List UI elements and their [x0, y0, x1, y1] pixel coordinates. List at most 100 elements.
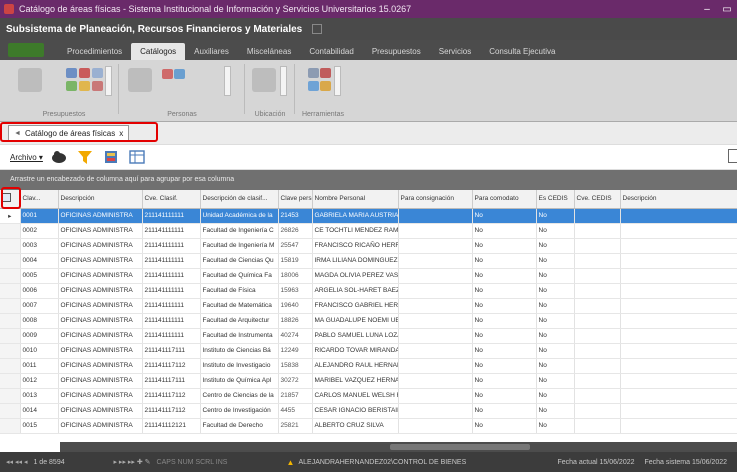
table-row[interactable]: 0003 OFICINAS ADMINISTRA 211141111111 Facul…: [0, 238, 737, 254]
cell-cve-clasif[interactable]: 211141111111: [142, 208, 201, 224]
gallery-scroll[interactable]: [334, 66, 341, 96]
cell-cve-clasif[interactable]: 211141117112: [142, 403, 201, 419]
cell-para-comodato[interactable]: No: [472, 253, 537, 269]
chart-icon[interactable]: [320, 68, 331, 78]
cell-es-cedis[interactable]: No: [536, 328, 575, 344]
cell-clave[interactable]: 0005: [20, 268, 59, 284]
table-row[interactable]: 0004 OFICINAS ADMINISTRA 211141111111 Facul…: [0, 253, 737, 269]
cell-cve-clasif[interactable]: 211141111111: [142, 268, 201, 284]
cell-nombre-personal[interactable]: IRMA LILIANA DOMINGUEZ C/: [312, 253, 399, 269]
cell-cve-clasif[interactable]: 211141111111: [142, 313, 201, 329]
cell-desc-clasif[interactable]: Centro de Ciencias de la: [200, 388, 279, 404]
cell-descripcion-cedis[interactable]: [620, 253, 737, 269]
cell-clave-pers[interactable]: 15819: [278, 253, 313, 269]
cell-para-comodato[interactable]: No: [472, 283, 537, 299]
cell-clave[interactable]: 0002: [20, 223, 59, 239]
cell-clave-pers[interactable]: 25547: [278, 238, 313, 254]
cell-para-consignacion[interactable]: [398, 208, 473, 224]
cell-clave[interactable]: 0011: [20, 358, 59, 374]
row-indicator[interactable]: [0, 328, 21, 344]
search-people-icon[interactable]: [51, 149, 67, 165]
cell-para-consignacion[interactable]: [398, 238, 473, 254]
cell-clave[interactable]: 0004: [20, 253, 59, 269]
account-icon[interactable]: [92, 81, 103, 91]
cell-clave[interactable]: 0014: [20, 403, 59, 419]
record-nav-prev[interactable]: ◂◂ ◂◂ ◂: [6, 458, 27, 466]
cell-cve-cedis[interactable]: [574, 253, 621, 269]
horizontal-scrollbar[interactable]: [60, 442, 737, 452]
cell-para-comodato[interactable]: No: [472, 343, 537, 359]
gallery-scroll[interactable]: [280, 66, 287, 96]
cell-clave-pers[interactable]: 40274: [278, 328, 313, 344]
column-header[interactable]: Clave pers.: [278, 190, 313, 209]
cell-cve-cedis[interactable]: [574, 268, 621, 284]
table-view-icon[interactable]: [129, 149, 145, 165]
table-row[interactable]: 0010 OFICINAS ADMINISTRA 211141117111 Insti…: [0, 343, 737, 359]
column-header[interactable]: Es CEDIS: [536, 190, 575, 209]
cell-clave[interactable]: 0008: [20, 313, 59, 329]
cell-nombre-personal[interactable]: PABLO SAMUEL LUNA LOZA: [312, 328, 399, 344]
cell-desc-clasif[interactable]: Facultad de Instrumenta: [200, 328, 279, 344]
cell-cve-cedis[interactable]: [574, 223, 621, 239]
cell-descripcion-cedis[interactable]: [620, 238, 737, 254]
cell-clave-pers[interactable]: 15963: [278, 283, 313, 299]
table-row[interactable]: 0015 OFICINAS ADMINISTRA 211141112121 Facul…: [0, 418, 737, 434]
row-indicator[interactable]: [0, 313, 21, 329]
row-indicator[interactable]: [0, 268, 21, 284]
cell-para-consignacion[interactable]: [398, 298, 473, 314]
cell-para-comodato[interactable]: No: [472, 373, 537, 389]
cell-para-consignacion[interactable]: [398, 268, 473, 284]
cell-descripcion[interactable]: OFICINAS ADMINISTRA: [58, 358, 143, 374]
column-header[interactable]: Nombre Personal: [312, 190, 399, 209]
cell-clave-pers[interactable]: 18006: [278, 268, 313, 284]
cell-clave-pers[interactable]: 19640: [278, 298, 313, 314]
cell-descripcion[interactable]: OFICINAS ADMINISTRA: [58, 313, 143, 329]
settings-icon[interactable]: [320, 81, 331, 91]
cell-clave-pers[interactable]: 4455: [278, 403, 313, 419]
cell-clave-pers[interactable]: 21857: [278, 388, 313, 404]
cell-es-cedis[interactable]: No: [536, 358, 575, 374]
cell-descripcion-cedis[interactable]: [620, 313, 737, 329]
cell-para-consignacion[interactable]: [398, 403, 473, 419]
row-indicator[interactable]: [0, 418, 21, 434]
cell-nombre-personal[interactable]: GABRIELA MARIA AUSTRIA P: [312, 208, 399, 224]
column-header[interactable]: Descripción: [58, 190, 143, 209]
cell-nombre-personal[interactable]: MARIBEL VAZQUEZ HERNAN: [312, 373, 399, 389]
cell-es-cedis[interactable]: No: [536, 343, 575, 359]
cell-desc-clasif[interactable]: Facultad de Ingeniería M: [200, 238, 279, 254]
tab-presupuestos[interactable]: Presupuestos: [363, 43, 430, 60]
cell-clave[interactable]: 0013: [20, 388, 59, 404]
cell-para-consignacion[interactable]: [398, 418, 473, 434]
row-indicator[interactable]: [0, 373, 21, 389]
cell-cve-clasif[interactable]: 211141117112: [142, 388, 201, 404]
row-indicator[interactable]: [0, 253, 21, 269]
cell-clave-pers[interactable]: 26826: [278, 223, 313, 239]
cell-es-cedis[interactable]: No: [536, 388, 575, 404]
table-row[interactable]: 0008 OFICINAS ADMINISTRA 211141111111 Facul…: [0, 313, 737, 329]
grid-icon[interactable]: [92, 68, 103, 78]
cell-descripcion[interactable]: OFICINAS ADMINISTRA: [58, 298, 143, 314]
cell-cve-cedis[interactable]: [574, 373, 621, 389]
cell-para-comodato[interactable]: No: [472, 208, 537, 224]
cell-cve-clasif[interactable]: 211141112121: [142, 418, 201, 434]
cell-cve-cedis[interactable]: [574, 298, 621, 314]
cell-para-comodato[interactable]: No: [472, 418, 537, 434]
cell-nombre-personal[interactable]: FRANCISCO GABRIEL HERNA: [312, 298, 399, 314]
cell-descripcion[interactable]: OFICINAS ADMINISTRA: [58, 373, 143, 389]
column-header[interactable]: Para comodato: [472, 190, 537, 209]
cell-nombre-personal[interactable]: CARLOS MANUEL WELSH RO: [312, 388, 399, 404]
tab-catalogos[interactable]: Catálogos: [131, 43, 186, 60]
cell-descripcion[interactable]: OFICINAS ADMINISTRA: [58, 223, 143, 239]
cell-descripcion[interactable]: OFICINAS ADMINISTRA: [58, 328, 143, 344]
cell-clave[interactable]: 0007: [20, 298, 59, 314]
table-row[interactable]: ▸ 0001 OFICINAS ADMINISTRA 211141111111 Unid…: [0, 208, 737, 224]
cell-descripcion[interactable]: OFICINAS ADMINISTRA: [58, 268, 143, 284]
cell-descripcion[interactable]: OFICINAS ADMINISTRA: [58, 388, 143, 404]
cell-para-consignacion[interactable]: [398, 388, 473, 404]
cell-es-cedis[interactable]: No: [536, 268, 575, 284]
cell-descripcion-cedis[interactable]: [620, 268, 737, 284]
column-header[interactable]: Descripción de clasif...: [200, 190, 279, 209]
cell-cve-cedis[interactable]: [574, 238, 621, 254]
row-indicator[interactable]: [0, 298, 21, 314]
cell-nombre-personal[interactable]: MAGDA OLIVIA PEREZ VASQ: [312, 268, 399, 284]
